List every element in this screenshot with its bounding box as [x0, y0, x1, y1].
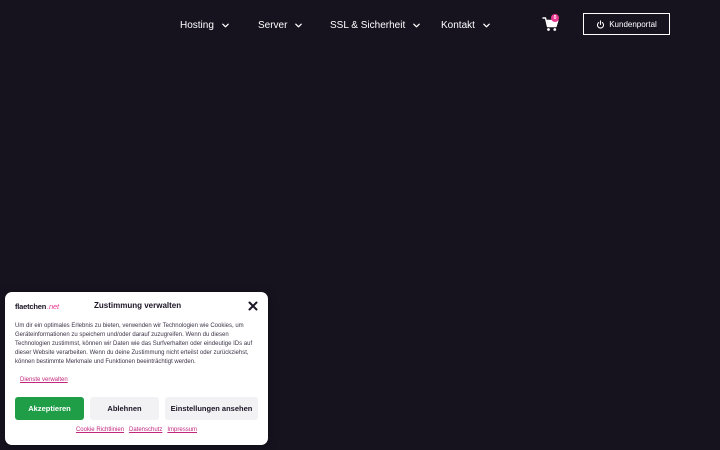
consent-dialog: flaetchen .net Zustimmung verwalten Um di…	[5, 292, 268, 445]
nav-item-kontakt[interactable]: Kontakt	[441, 17, 491, 33]
decline-button[interactable]: Ablehnen	[90, 397, 159, 420]
nav-item-ssl-sicherheit[interactable]: SSL & Sicherheit	[330, 17, 421, 33]
imprint-link[interactable]: Impressum	[167, 427, 197, 433]
nav-item-label: Hosting	[180, 19, 214, 31]
logo-tld: .net	[47, 301, 59, 311]
chevron-down-icon	[482, 21, 491, 30]
nav-item-server[interactable]: Server	[258, 17, 303, 33]
nav-item-hosting[interactable]: Hosting	[180, 17, 230, 33]
power-icon	[596, 19, 605, 29]
kundenportal-label: Kundenportal	[609, 19, 657, 29]
brand-logo: flaetchen .net	[15, 301, 59, 311]
accept-button[interactable]: Akzeptieren	[15, 397, 84, 420]
chevron-down-icon	[221, 21, 230, 30]
cookie-policy-link[interactable]: Cookie Richtlinien	[76, 427, 124, 433]
top-navigation: Hosting Server SSL & Sicherheit Kontakt …	[0, 0, 720, 50]
kundenportal-button[interactable]: Kundenportal	[583, 13, 670, 35]
privacy-link[interactable]: Datenschutz	[129, 427, 162, 433]
manage-services-link[interactable]: Dienste verwalten	[20, 377, 68, 383]
chevron-down-icon	[294, 21, 303, 30]
nav-item-label: SSL & Sicherheit	[330, 19, 406, 31]
view-settings-button[interactable]: Einstellungen ansehen	[165, 397, 258, 420]
consent-description: Um dir ein optimales Erlebnis zu bieten,…	[15, 323, 253, 365]
close-icon[interactable]	[248, 301, 258, 311]
cart-count-badge: 0	[551, 14, 559, 22]
consent-footer-links: Cookie Richtlinien Datenschutz Impressum	[5, 427, 268, 433]
consent-title: Zustimmung verwalten	[94, 301, 182, 310]
nav-item-label: Kontakt	[441, 19, 475, 31]
logo-text: flaetchen	[15, 301, 47, 311]
nav-item-label: Server	[258, 19, 288, 31]
chevron-down-icon	[412, 21, 421, 30]
